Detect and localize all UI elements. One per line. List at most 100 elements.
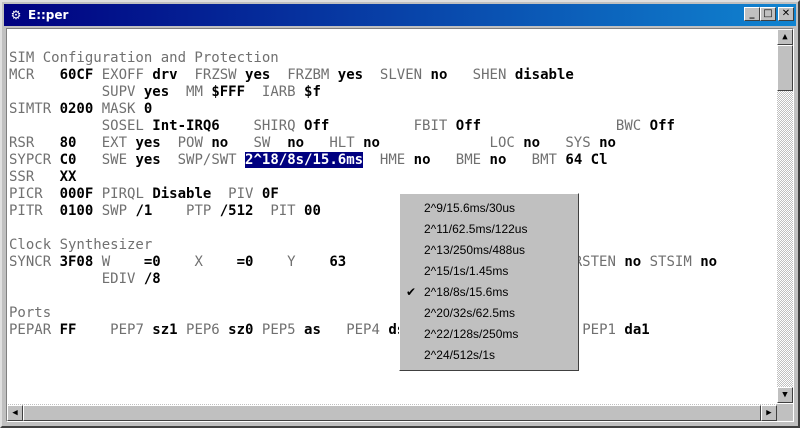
register-value[interactable]: Off	[456, 118, 481, 134]
register-label: SIMTR	[9, 101, 60, 117]
register-value[interactable]: no	[211, 135, 228, 151]
register-label: PIRQL	[93, 186, 153, 202]
register-label: PEP6	[177, 322, 229, 338]
dropdown-option[interactable]: 2^11/62.5ms/122us	[400, 219, 578, 240]
register-value[interactable]: Disable	[152, 186, 211, 202]
register-label: SYS	[540, 135, 600, 151]
horizontal-scrollbar[interactable]: ◀ ▶	[7, 404, 777, 421]
scroll-up-button[interactable]: ▲	[777, 29, 793, 45]
dropdown-option[interactable]: 2^24/512s/1s	[400, 345, 578, 366]
vertical-scroll-thumb[interactable]	[777, 45, 793, 91]
register-value[interactable]: =0	[237, 254, 254, 270]
register-line: PITR 0100 SWP /1 PTP /512 PIT 00	[9, 203, 321, 220]
minimize-button[interactable]: _	[744, 7, 760, 21]
register-value[interactable]: no	[414, 152, 431, 168]
dropdown-option[interactable]: 2^22/128s/250ms	[400, 324, 578, 345]
register-value[interactable]: no	[624, 254, 641, 270]
register-value[interactable]: no	[287, 135, 304, 151]
register-value[interactable]: 60CF	[60, 67, 94, 83]
register-label: LOC	[379, 135, 524, 151]
horizontal-scroll-thumb[interactable]	[23, 405, 761, 421]
swp-swt-value-field[interactable]: 2^18/8s/15.6ms	[245, 152, 364, 168]
register-value[interactable]: /512	[220, 203, 254, 219]
register-value[interactable]: Off	[650, 118, 675, 134]
register-value[interactable]: $f	[304, 84, 321, 100]
register-value[interactable]: drv	[152, 67, 177, 83]
register-line: EDIV /8	[9, 271, 161, 288]
register-value[interactable]: 00	[304, 203, 321, 219]
register-value[interactable]: 000F	[60, 186, 94, 202]
register-label: PITR	[9, 203, 60, 219]
maximize-button[interactable]: □	[760, 7, 776, 21]
register-value[interactable]: FF	[60, 322, 77, 338]
register-value[interactable]: 0200	[60, 101, 94, 117]
register-label: RSR	[9, 135, 60, 151]
register-value[interactable]: C0	[60, 152, 77, 168]
register-value[interactable]: yes	[135, 152, 160, 168]
resize-grip[interactable]	[777, 404, 793, 421]
register-label: POW	[160, 135, 212, 151]
swp-swt-dropdown[interactable]: 2^9/15.6ms/30us 2^11/62.5ms/122us 2^13/250…	[399, 193, 579, 371]
register-label: EDIV	[9, 271, 144, 287]
register-label: MM	[169, 84, 212, 100]
register-value[interactable]: no	[431, 67, 448, 83]
register-value[interactable]: disable	[515, 67, 574, 83]
register-value[interactable]: no	[599, 135, 616, 151]
register-value[interactable]: /8	[144, 271, 161, 287]
register-value[interactable]: 80	[60, 135, 77, 151]
register-value[interactable]: no	[490, 152, 507, 168]
dropdown-option[interactable]: 2^20/32s/62.5ms	[400, 303, 578, 324]
scroll-left-button[interactable]: ◀	[7, 405, 23, 421]
register-line: SIMTR 0200 MASK 0	[9, 101, 152, 118]
register-label: PIV	[211, 186, 262, 202]
register-label: BME	[430, 152, 490, 168]
dropdown-option[interactable]: ✔ 2^18/8s/15.6ms	[400, 282, 578, 303]
register-label: SYPCR	[9, 152, 60, 168]
register-value[interactable]: sz0	[228, 322, 253, 338]
register-label: FRZSW	[177, 67, 246, 83]
register-value[interactable]: 0F	[262, 186, 279, 202]
register-value[interactable]: no	[363, 135, 380, 151]
register-value[interactable]: yes	[144, 84, 169, 100]
register-value[interactable]: /1	[135, 203, 152, 219]
register-value[interactable]: 3F08	[60, 254, 94, 270]
window-title: E::per	[28, 8, 69, 22]
register-value[interactable]: Off	[304, 118, 329, 134]
register-line: PICR 000F PIRQL Disable PIV 0F	[9, 186, 279, 203]
register-value[interactable]: yes	[245, 67, 270, 83]
register-label: HLT	[304, 135, 364, 151]
register-value[interactable]: =0	[144, 254, 161, 270]
register-value[interactable]: 64 Cl	[565, 152, 607, 168]
close-button[interactable]: ✕	[778, 7, 794, 21]
register-value[interactable]: no	[523, 135, 540, 151]
register-value[interactable]: XX	[60, 169, 77, 185]
dropdown-option[interactable]: 2^13/250ms/488us	[400, 240, 578, 261]
dropdown-option[interactable]: 2^15/1s/1.45ms	[400, 261, 578, 282]
register-value[interactable]: $FFF	[211, 84, 245, 100]
title-bar[interactable]: ⚙ E::per _ □ ✕	[4, 4, 796, 26]
register-value[interactable]: da1	[624, 322, 649, 338]
scroll-down-button[interactable]: ▼	[777, 387, 793, 403]
register-value[interactable]: no	[700, 254, 717, 270]
vertical-scrollbar[interactable]: ▲ ▼	[777, 29, 793, 403]
register-label: SW	[228, 135, 288, 151]
register-value[interactable]: 0100	[60, 203, 94, 219]
register-label: STSIM	[641, 254, 701, 270]
register-value[interactable]: yes	[135, 135, 160, 151]
register-value[interactable]: 63	[329, 254, 346, 270]
register-value[interactable]: Int-IRQ6	[152, 118, 219, 134]
register-value[interactable]: yes	[338, 67, 363, 83]
dropdown-option[interactable]: 2^9/15.6ms/30us	[400, 198, 578, 219]
scroll-right-button[interactable]: ▶	[761, 405, 777, 421]
register-label: SWP	[93, 203, 136, 219]
register-line: SOSEL Int-IRQ6 SHIRQ Off FBIT Off BWC Of…	[9, 118, 675, 135]
register-value[interactable]: 0	[144, 101, 152, 117]
register-line: SYPCR C0 SWE yes SWP/SWT 2^18/8s/15.6ms …	[9, 152, 608, 169]
register-label: PEP1	[573, 322, 625, 338]
register-label: IARB	[245, 84, 305, 100]
register-label: BMT	[506, 152, 566, 168]
register-value[interactable]: as	[304, 322, 321, 338]
register-label: SHIRQ	[219, 118, 305, 134]
register-value[interactable]: sz1	[152, 322, 177, 338]
register-label: MASK	[93, 101, 144, 117]
